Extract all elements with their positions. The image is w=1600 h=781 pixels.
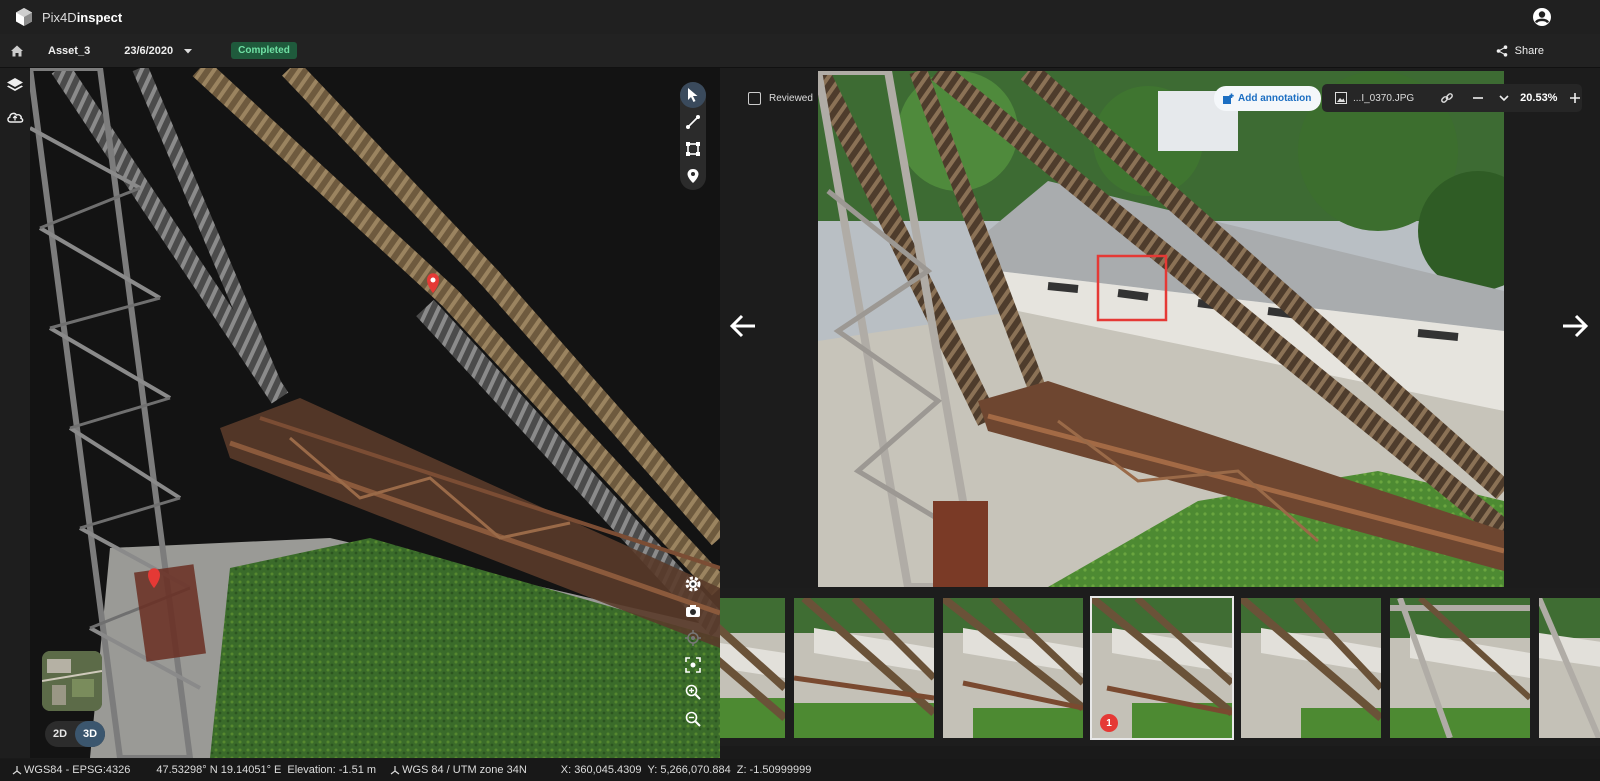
zoom-out-icon (685, 711, 701, 727)
status-bar: WGS84 - EPSG:4326 47.53298° N 19.14051° … (0, 759, 1600, 781)
polygon-icon (686, 142, 700, 156)
app-logo[interactable]: Pix4Dinspect (14, 7, 122, 27)
projected-crs[interactable]: WGS 84 / UTM zone 34N (390, 764, 527, 776)
project-bar: Asset_3 23/6/2020 Completed Share (0, 34, 1600, 68)
thumbnail-image (720, 598, 785, 738)
add-annotation-label: Add annotation (1238, 93, 1312, 104)
settings-button[interactable] (680, 571, 706, 597)
add-annotation-button[interactable]: Add annotation (1214, 86, 1322, 111)
photo-thumbnail-selected[interactable]: 1 (1090, 596, 1234, 740)
3d-viewer-canvas[interactable] (30, 68, 720, 758)
zoom-level: 20.53% (1520, 92, 1558, 104)
camera-icon (686, 605, 700, 617)
cursor-icon (688, 88, 698, 102)
image-icon (1335, 92, 1347, 104)
chevron-down-icon[interactable] (183, 46, 193, 56)
status-badge: Completed (231, 42, 297, 59)
area-tool[interactable] (680, 136, 706, 162)
crosshair-icon (685, 630, 701, 646)
zoom-in-icon (685, 684, 701, 700)
layers-icon[interactable] (6, 76, 24, 94)
app-name: Pix4Dinspect (42, 9, 123, 25)
fit-view-button[interactable] (680, 652, 706, 678)
y-coordinate: Y: 5,266,070.884 (647, 764, 731, 776)
link-icon[interactable] (1440, 91, 1454, 105)
photo-thumbnail[interactable] (943, 598, 1083, 738)
focus-icon (685, 657, 701, 673)
thumbnail-image (943, 598, 1083, 738)
coordinate-axes-icon (12, 766, 22, 775)
gear-icon (685, 576, 701, 592)
cloud-upload-icon[interactable] (6, 108, 24, 126)
polyline-icon (686, 115, 700, 129)
thumbnail-image (794, 598, 934, 738)
previous-photo-arrow-icon[interactable] (728, 311, 758, 341)
top-bar: Pix4Dinspect (0, 0, 1600, 34)
photo-image (818, 71, 1504, 587)
checkbox-box[interactable] (748, 92, 761, 105)
geographic-crs[interactable]: WGS84 - EPSG:4326 (12, 764, 130, 776)
minimap[interactable] (42, 651, 102, 711)
add-annotation-icon (1223, 93, 1234, 104)
share-button[interactable]: Share (1496, 45, 1544, 57)
photo-file-name[interactable]: ...I_0370.JPG (1353, 93, 1414, 104)
reviewed-checkbox[interactable]: Reviewed (748, 92, 813, 105)
z-coordinate: Z: -1.50999999 (736, 764, 812, 776)
zoom-out-button[interactable] (680, 706, 706, 732)
dimension-toggle[interactable]: 2D 3D (45, 721, 105, 747)
crs-proj-label: WGS 84 / UTM zone 34N (402, 764, 527, 776)
lat-lon-readout: 47.53298° N 19.14051° E (156, 764, 282, 776)
pix4d-logo-icon (16, 8, 32, 26)
zoom-plus-icon[interactable] (1569, 92, 1581, 104)
thumbnail-image (1241, 598, 1381, 738)
crs-geo-label: WGS84 - EPSG:4326 (24, 764, 131, 776)
inspection-photo[interactable] (818, 71, 1504, 587)
photo-thumbnail[interactable] (720, 598, 785, 738)
chevron-down-icon[interactable] (1498, 92, 1510, 104)
locate-button[interactable] (680, 625, 706, 651)
account-icon[interactable] (1532, 7, 1552, 27)
mode-3d-button[interactable]: 3D (75, 721, 105, 747)
share-icon (1496, 44, 1507, 57)
date-selector[interactable]: 23/6/2020 (124, 45, 173, 57)
mode-2d-button[interactable]: 2D (45, 721, 75, 747)
photo-thumbnail[interactable] (1390, 598, 1530, 738)
zoom-minus-icon[interactable] (1472, 92, 1484, 104)
minimap-satellite (42, 651, 102, 711)
coordinate-axes-icon (390, 766, 400, 775)
photo-toolbar: ...I_0370.JPG 20.53% (1322, 84, 1582, 112)
share-label: Share (1514, 44, 1544, 57)
marker-tool[interactable] (680, 163, 706, 189)
home-icon[interactable] (10, 44, 24, 58)
select-tool[interactable] (680, 82, 706, 108)
thumbnail-image (1390, 598, 1530, 738)
polyline-tool[interactable] (680, 109, 706, 135)
zoom-in-button[interactable] (680, 679, 706, 705)
x-coordinate: X: 360,045.4309 (560, 764, 642, 776)
thumbnail-image (1539, 598, 1600, 738)
next-photo-arrow-icon[interactable] (1560, 311, 1590, 341)
point-cloud-render (30, 68, 720, 758)
photo-thumbnail[interactable] (794, 598, 934, 738)
screenshot-button[interactable] (680, 598, 706, 624)
photo-thumbnail[interactable] (1539, 598, 1600, 738)
thumbnail-strip: 1 (720, 588, 1600, 746)
asset-name[interactable]: Asset_3 (48, 45, 90, 57)
left-rail (0, 68, 30, 758)
photo-thumbnail[interactable] (1241, 598, 1381, 738)
elevation-readout: Elevation: -1.51 m (287, 764, 377, 776)
annotation-count-badge: 1 (1100, 714, 1118, 732)
map-pin-icon (687, 169, 699, 183)
reviewed-label: Reviewed (769, 93, 813, 104)
